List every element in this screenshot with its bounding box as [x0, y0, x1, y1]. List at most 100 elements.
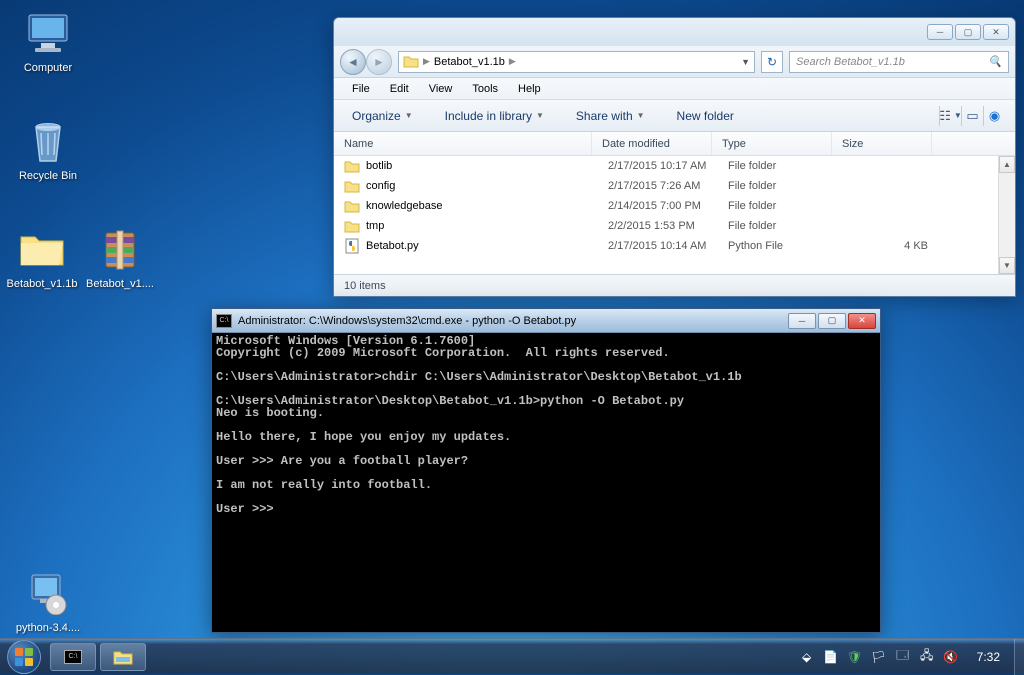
explorer-toolbar: Organize ▼ Include in library ▼ Share wi…	[334, 100, 1015, 132]
desktop-icon-betabot-rar[interactable]: Betabot_v1....	[82, 226, 158, 290]
desktop-icon-recyclebin[interactable]: Recycle Bin	[10, 118, 86, 182]
taskbar: C:\ ⬙ 📄 🛡 🏳 🗔 🖧 🔇 7:32	[0, 638, 1024, 674]
menu-view[interactable]: View	[419, 81, 463, 97]
tray-shield-icon[interactable]: 🛡	[847, 649, 863, 665]
back-button[interactable]: ◄	[340, 49, 366, 75]
folder-icon	[344, 178, 360, 194]
file-date: 2/17/2015 7:26 AM	[608, 180, 728, 192]
explorer-column-headers: Name Date modified Type Size	[334, 132, 1015, 156]
status-text: 10 items	[344, 280, 386, 292]
view-mode-button[interactable]: ☷ ▼	[939, 106, 961, 126]
folder-icon	[403, 55, 419, 68]
search-input[interactable]: Search Betabot_v1.1b 🔍	[789, 51, 1009, 73]
folder-icon	[18, 226, 66, 274]
explorer-menubar: File Edit View Tools Help	[334, 78, 1015, 100]
breadcrumb-item[interactable]: Betabot_v1.1b	[434, 56, 505, 68]
file-type: File folder	[728, 180, 848, 192]
new-folder-button[interactable]: New folder	[669, 105, 742, 127]
menu-help[interactable]: Help	[508, 81, 551, 97]
close-button[interactable]: ✕	[848, 313, 876, 329]
explorer-file-list: botlib2/17/2015 10:17 AMFile folderconfi…	[334, 156, 1015, 274]
table-row[interactable]: tmp2/2/2015 1:53 PMFile folder	[334, 216, 1015, 236]
tray-icon[interactable]: 🗔	[895, 649, 911, 665]
file-type: Python File	[728, 240, 848, 252]
folder-icon	[344, 218, 360, 234]
computer-icon	[24, 10, 72, 58]
address-field[interactable]: ▶ Betabot_v1.1b ▶ ▼	[398, 51, 755, 73]
tray-icon[interactable]: ⬙	[799, 649, 815, 665]
file-name: Betabot.py	[366, 240, 608, 252]
help-button[interactable]: ◉	[983, 106, 1005, 126]
explorer-addressbar: ◄ ► ▶ Betabot_v1.1b ▶ ▼ ↻ Search Betabot…	[334, 46, 1015, 78]
forward-button[interactable]: ►	[366, 49, 392, 75]
folder-icon	[344, 158, 360, 174]
minimize-button[interactable]: ─	[788, 313, 816, 329]
folder-icon	[344, 198, 360, 214]
file-size: 4 KB	[848, 240, 928, 252]
tray-icon[interactable]: 📄	[823, 649, 839, 665]
preview-pane-button[interactable]: ▭	[961, 106, 983, 126]
include-library-button[interactable]: Include in library ▼	[437, 105, 552, 127]
scroll-up-icon[interactable]: ▲	[999, 156, 1015, 173]
file-date: 2/17/2015 10:17 AM	[608, 160, 728, 172]
share-with-button[interactable]: Share with ▼	[568, 105, 653, 127]
table-row[interactable]: Betabot.py2/17/2015 10:14 AMPython File4…	[334, 236, 1015, 256]
table-row[interactable]: botlib2/17/2015 10:17 AMFile folder	[334, 156, 1015, 176]
file-name: config	[366, 180, 608, 192]
cmd-icon: C:\	[216, 314, 232, 328]
column-date[interactable]: Date modified	[592, 132, 712, 155]
scroll-down-icon[interactable]: ▼	[999, 257, 1015, 274]
file-name: botlib	[366, 160, 608, 172]
maximize-button[interactable]: ▢	[818, 313, 846, 329]
file-date: 2/2/2015 1:53 PM	[608, 220, 728, 232]
explorer-titlebar[interactable]: ─ ▢ ✕	[334, 18, 1015, 46]
column-type[interactable]: Type	[712, 132, 832, 155]
recyclebin-icon	[24, 118, 72, 166]
taskbar-item-cmd[interactable]: C:\	[50, 643, 96, 671]
dropdown-icon[interactable]: ▼	[741, 57, 750, 67]
desktop-icon-label: Betabot_v1.1b	[4, 278, 80, 290]
tray-network-icon[interactable]: 🖧	[919, 649, 935, 665]
desktop-icon-computer[interactable]: Computer	[10, 10, 86, 74]
tray-volume-icon[interactable]: 🔇	[943, 649, 959, 665]
cmd-title: Administrator: C:\Windows\system32\cmd.e…	[238, 315, 788, 327]
table-row[interactable]: config2/17/2015 7:26 AMFile folder	[334, 176, 1015, 196]
cmd-window: C:\ Administrator: C:\Windows\system32\c…	[211, 308, 881, 633]
desktop-icon-label: Computer	[10, 62, 86, 74]
cmd-titlebar[interactable]: C:\ Administrator: C:\Windows\system32\c…	[212, 309, 880, 333]
taskbar-item-explorer[interactable]	[100, 643, 146, 671]
python-file-icon	[344, 238, 360, 254]
column-name[interactable]: Name	[334, 132, 592, 155]
column-size[interactable]: Size	[832, 132, 932, 155]
minimize-button[interactable]: ─	[927, 24, 953, 40]
taskbar-clock[interactable]: 7:32	[967, 650, 1010, 664]
desktop-icon-python-installer[interactable]: python-3.4....	[10, 570, 86, 634]
start-button[interactable]	[0, 639, 48, 675]
menu-tools[interactable]: Tools	[462, 81, 508, 97]
close-button[interactable]: ✕	[983, 24, 1009, 40]
file-type: File folder	[728, 200, 848, 212]
installer-icon	[24, 570, 72, 618]
file-type: File folder	[728, 220, 848, 232]
cmd-output[interactable]: Microsoft Windows [Version 6.1.7600] Cop…	[212, 333, 880, 632]
desktop-icon-betabot-folder[interactable]: Betabot_v1.1b	[4, 226, 80, 290]
refresh-button[interactable]: ↻	[761, 51, 783, 73]
table-row[interactable]: knowledgebase2/14/2015 7:00 PMFile folde…	[334, 196, 1015, 216]
file-name: knowledgebase	[366, 200, 608, 212]
organize-button[interactable]: Organize ▼	[344, 105, 421, 127]
desktop-icon-label: Betabot_v1....	[82, 278, 158, 290]
tray-flag-icon[interactable]: 🏳	[871, 649, 887, 665]
chevron-right-icon: ▶	[423, 56, 430, 67]
system-tray: ⬙ 📄 🛡 🏳 🗔 🖧 🔇 7:32	[799, 649, 1014, 665]
menu-file[interactable]: File	[342, 81, 380, 97]
desktop-icon-label: python-3.4....	[10, 622, 86, 634]
explorer-icon	[113, 649, 133, 665]
explorer-statusbar: 10 items	[334, 274, 1015, 296]
maximize-button[interactable]: ▢	[955, 24, 981, 40]
cmd-icon: C:\	[64, 650, 82, 664]
menu-edit[interactable]: Edit	[380, 81, 419, 97]
rar-icon	[96, 226, 144, 274]
scrollbar[interactable]: ▲ ▼	[998, 156, 1015, 274]
explorer-window: ─ ▢ ✕ ◄ ► ▶ Betabot_v1.1b ▶ ▼ ↻ Search B…	[333, 17, 1016, 297]
show-desktop-button[interactable]	[1014, 639, 1024, 675]
